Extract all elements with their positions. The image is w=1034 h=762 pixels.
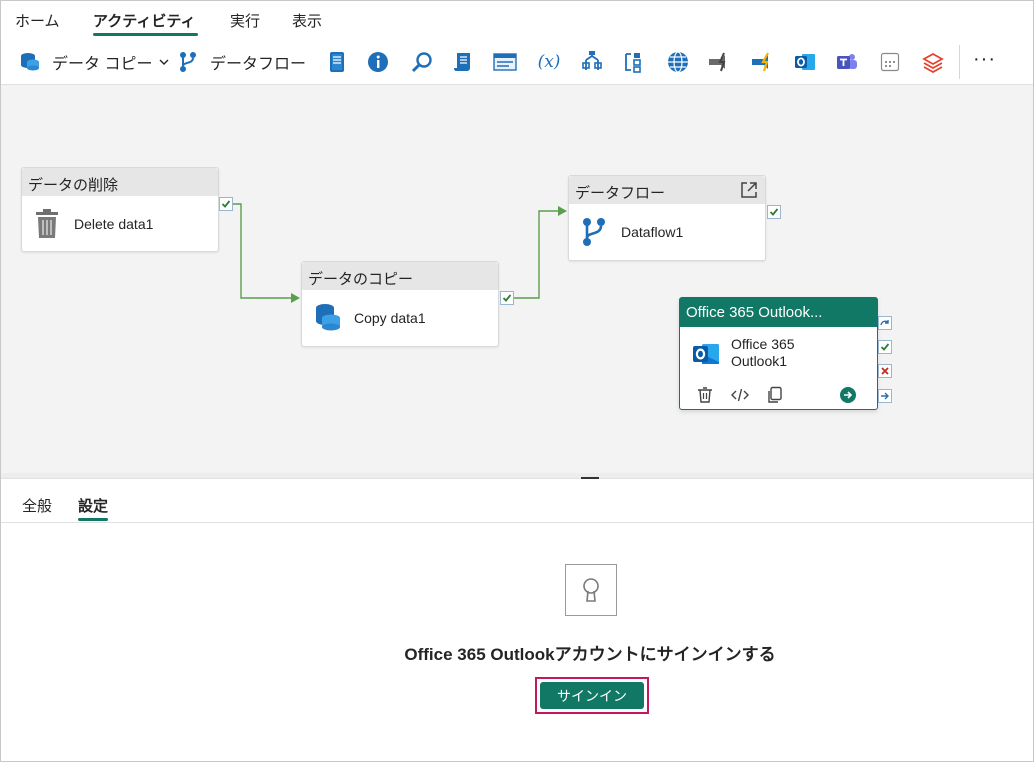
signin-button[interactable]: サインイン: [540, 682, 644, 709]
success-output-handle[interactable]: [500, 291, 514, 305]
skip-output-handle[interactable]: [878, 316, 892, 330]
success-output-handle[interactable]: [219, 197, 233, 211]
active-panel-tab-indicator: [78, 518, 108, 521]
activity-office365-outlook[interactable]: Office 365 Outlook... Office 365 Outlook…: [679, 297, 878, 410]
node-name: Delete data1: [74, 215, 154, 232]
activity-delete-data[interactable]: データの削除 Delete data1: [21, 167, 219, 252]
code-icon[interactable]: [730, 386, 750, 404]
panel-divider: [1, 522, 1033, 523]
outlook-icon: [692, 340, 720, 373]
arrow-right-circle-icon[interactable]: [839, 386, 857, 404]
arrow-right-icon: [881, 392, 889, 400]
tab-settings[interactable]: 設定: [78, 495, 108, 516]
failure-output-handle[interactable]: [878, 364, 892, 378]
success-output-handle[interactable]: [767, 205, 781, 219]
edge-arrowhead: [291, 293, 300, 303]
node-name: Dataflow1: [621, 224, 684, 240]
database-icon: [314, 303, 342, 333]
close-icon: [881, 367, 889, 375]
check-icon: [769, 208, 779, 216]
signin-prompt: Office 365 Outlookアカウントにサインインする: [404, 645, 776, 664]
node-name: Copy data1: [354, 310, 426, 326]
node-header: データの削除: [22, 168, 218, 196]
edge-arrowhead: [558, 206, 567, 216]
check-icon: [502, 294, 512, 302]
edge-delete-to-copy: [233, 203, 296, 299]
node-header: Office 365 Outlook...: [680, 298, 877, 327]
node-name-line2: Outlook1: [731, 353, 788, 369]
activity-dataflow[interactable]: データフロー Dataflow1: [568, 175, 766, 261]
check-icon: [880, 343, 890, 351]
delete-icon[interactable]: [696, 386, 714, 404]
activity-copy-data[interactable]: データのコピー Copy data1: [301, 261, 499, 347]
node-header: データのコピー: [302, 262, 498, 290]
success-output-handle[interactable]: [878, 340, 892, 354]
keyhole-icon: [565, 564, 617, 616]
completion-output-handle[interactable]: [878, 389, 892, 403]
node-header: データフロー: [569, 176, 765, 204]
open-external-icon[interactable]: [740, 181, 758, 199]
panel-splitter[interactable]: [1, 473, 1033, 479]
node-name-line1: Office 365: [731, 336, 795, 352]
check-icon: [221, 200, 231, 208]
skip-arrow-icon: [880, 320, 889, 326]
trash-icon: [34, 208, 60, 239]
dataflow-icon: [581, 217, 607, 247]
splitter-grip[interactable]: [581, 477, 599, 479]
copy-icon[interactable]: [766, 386, 784, 404]
tab-general[interactable]: 全般: [22, 495, 52, 516]
edge-copy-to-dataflow: [513, 210, 563, 299]
